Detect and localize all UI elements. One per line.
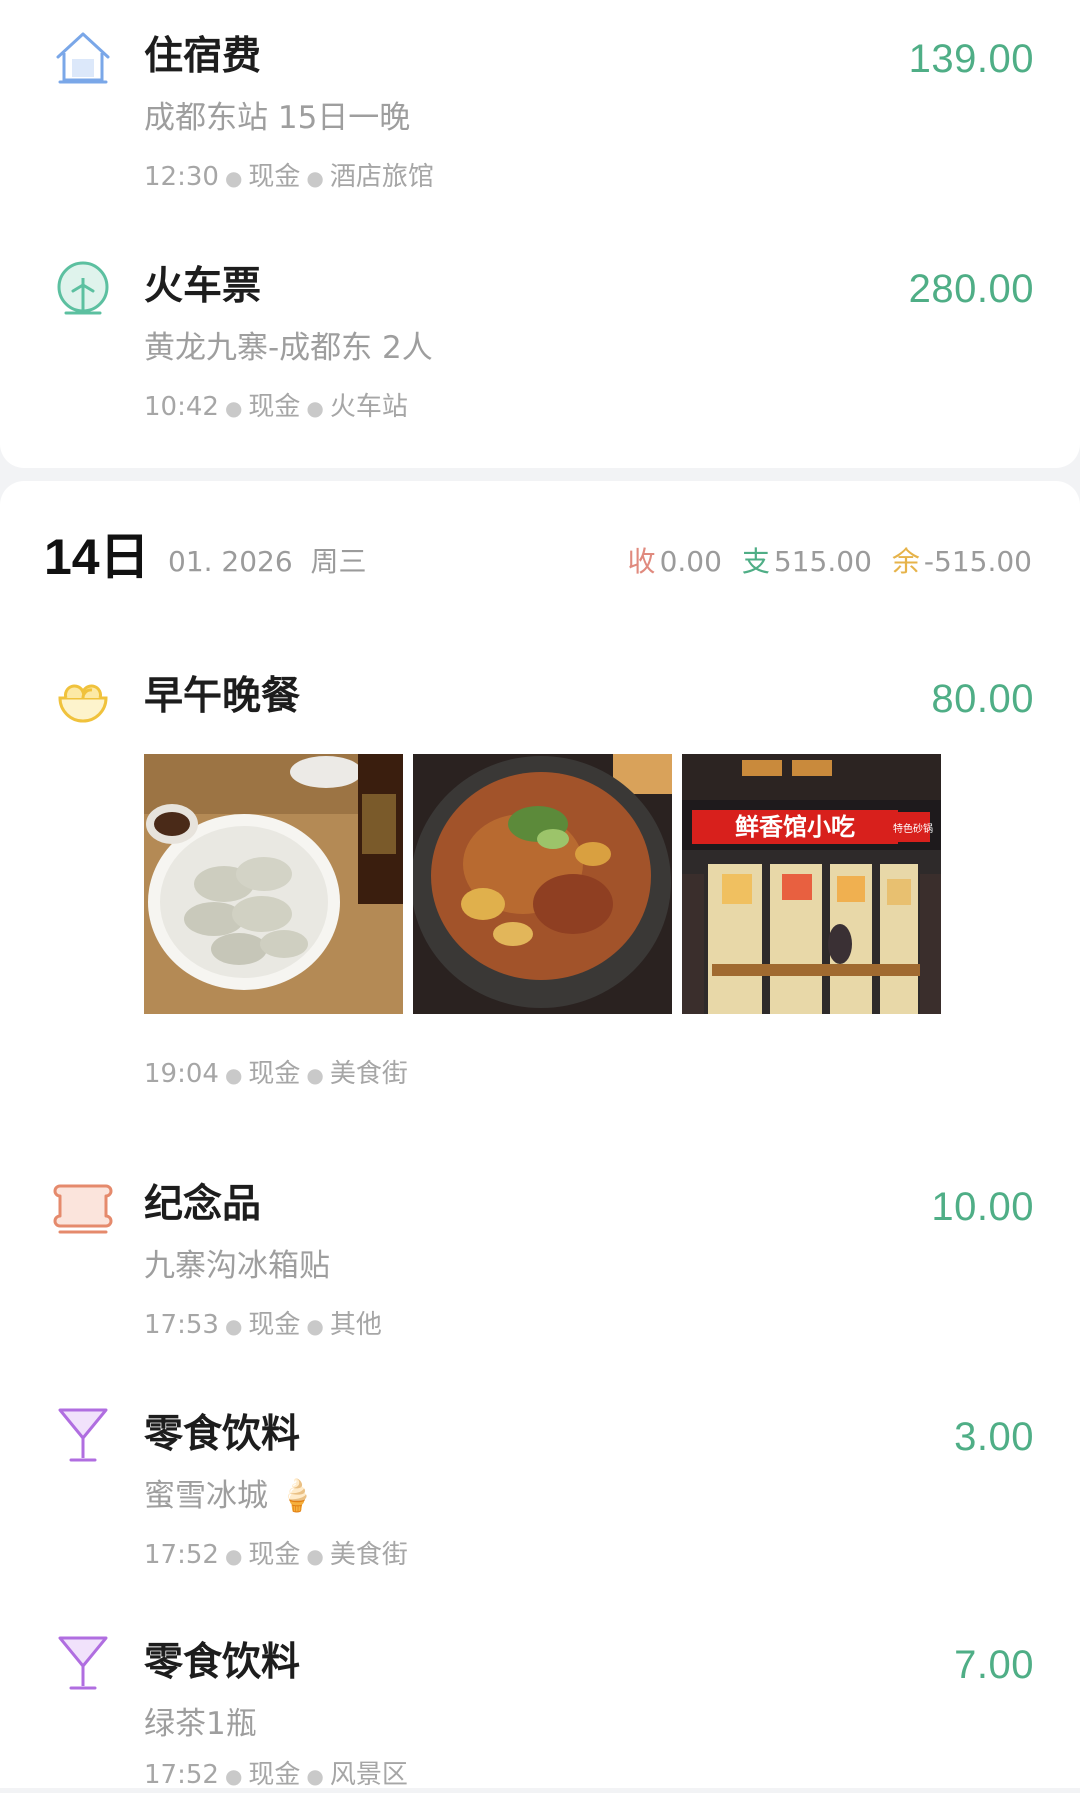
day-weekday: 周三 <box>310 545 367 578</box>
entry-time: 17:53 <box>144 1310 219 1340</box>
entry-amount: 280.00 <box>908 267 1034 311</box>
entry-time: 10:42 <box>144 392 219 422</box>
souvenir-icon <box>52 1176 114 1238</box>
entry-payment: 现金 <box>248 392 301 422</box>
entry-title: 纪念品 <box>144 1182 262 1227</box>
storefront-sign-text: 鲜香馆小吃 <box>735 813 855 841</box>
entry-note: 蜜雪冰城 🍦 <box>144 1478 317 1514</box>
entry-amount: 3.00 <box>954 1415 1034 1459</box>
entry-place: 美食街 <box>329 1059 408 1089</box>
separator-dot: ● <box>306 1764 324 1788</box>
entry-title: 火车票 <box>144 264 262 309</box>
separator-dot: ● <box>306 396 324 420</box>
list-item[interactable]: 住宿费 139.00 成都东站 15日一晚 12:30 ● 现金 ● 酒店旅馆 <box>0 0 1080 230</box>
entry-meta: 19:04 ● 现金 ● 美食街 <box>144 1057 408 1092</box>
entry-note: 黄龙九寨-成都东 2人 <box>144 330 433 366</box>
separator-dot: ● <box>224 1764 243 1788</box>
day-summary: 收 0.00 支 515.00 余 -515.00 <box>628 542 1032 582</box>
entry-place: 其他 <box>329 1310 382 1340</box>
separator-dot: ● <box>224 166 243 190</box>
entry-note: 绿茶1瓶 <box>144 1706 257 1742</box>
list-item[interactable]: 火车票 280.00 黄龙九寨-成都东 2人 10:42 ● 现金 ● 火车站 <box>0 230 1080 460</box>
entry-title: 早午晚餐 <box>144 674 301 719</box>
entry-meta: 10:42 ● 现金 ● 火车站 <box>144 390 408 425</box>
entry-amount: 10.00 <box>931 1185 1034 1229</box>
stew-pot-photo[interactable] <box>413 754 672 1014</box>
entry-title: 住宿费 <box>144 34 262 79</box>
cocktail-glass-icon <box>52 1632 114 1694</box>
day-month-year: 01. 2026 <box>168 545 293 578</box>
separator-dot: ● <box>224 1063 243 1087</box>
storefront-sign-small-text: 特色砂锅 <box>893 822 933 835</box>
entry-title: 零食饮料 <box>144 1412 301 1457</box>
expense-value: 515.00 <box>773 545 872 578</box>
separator-dot: ● <box>306 1544 324 1568</box>
entry-time: 17:52 <box>144 1540 219 1570</box>
day-card-previous: 住宿费 139.00 成都东站 15日一晚 12:30 ● 现金 ● 酒店旅馆 火车票 … <box>0 0 1080 468</box>
entry-payment: 现金 <box>248 1059 301 1089</box>
separator-dot: ● <box>306 1314 324 1338</box>
separator-dot: ● <box>306 166 324 190</box>
train-icon <box>52 258 114 320</box>
entry-note: 成都东站 15日一晚 <box>144 100 411 136</box>
entry-amount: 80.00 <box>931 677 1034 721</box>
expense-label: 支 <box>741 545 770 578</box>
cocktail-glass-icon <box>52 1404 114 1466</box>
entry-payment: 现金 <box>248 1540 301 1570</box>
separator-dot: ● <box>306 1063 324 1087</box>
entry-time: 12:30 <box>144 162 219 192</box>
house-icon <box>52 28 114 90</box>
meal-bowl-icon <box>52 668 114 730</box>
entry-title: 零食饮料 <box>144 1640 301 1685</box>
entry-place: 美食街 <box>329 1540 408 1570</box>
list-item[interactable]: 零食饮料 3.00 蜜雪冰城 🍦 17:52 ● 现金 ● 美食街 <box>0 1380 1080 1610</box>
restaurant-storefront-photo[interactable]: 鲜香馆小吃 特色砂锅 <box>682 754 941 1014</box>
entry-note: 九寨沟冰箱贴 <box>144 1248 330 1284</box>
separator-dot: ● <box>224 396 243 420</box>
entry-meta: 17:53 ● 现金 ● 其他 <box>144 1308 382 1343</box>
entry-place: 酒店旅馆 <box>329 162 434 192</box>
entry-amount: 7.00 <box>954 1643 1034 1687</box>
entry-payment: 现金 <box>248 1760 301 1790</box>
entry-place: 风景区 <box>329 1760 408 1790</box>
entry-amount: 139.00 <box>908 37 1034 81</box>
day-date: 01. 2026 周三 <box>168 542 367 582</box>
balance-value: -515.00 <box>923 545 1032 578</box>
entry-payment: 现金 <box>248 162 301 192</box>
separator-dot: ● <box>224 1544 243 1568</box>
day-header: 14日 01. 2026 周三 收 0.00 支 515.00 余 -515.00 <box>0 520 1080 600</box>
income-value: 0.00 <box>659 545 722 578</box>
entry-time: 17:52 <box>144 1760 219 1790</box>
entry-meta: 17:52 ● 现金 ● 美食街 <box>144 1538 408 1573</box>
entry-place: 火车站 <box>329 392 408 422</box>
entry-time: 19:04 <box>144 1059 219 1089</box>
balance-label: 余 <box>891 545 920 578</box>
entry-meta: 12:30 ● 现金 ● 酒店旅馆 <box>144 160 434 195</box>
list-item[interactable]: 纪念品 10.00 九寨沟冰箱贴 17:53 ● 现金 ● 其他 <box>0 1150 1080 1380</box>
dumplings-photo[interactable] <box>144 754 403 1014</box>
day-number: 14日 <box>44 529 150 585</box>
separator-dot: ● <box>224 1314 243 1338</box>
entry-payment: 现金 <box>248 1310 301 1340</box>
list-item[interactable]: 零食饮料 7.00 绿茶1瓶 17:52 ● 现金 ● 风景区 <box>0 1608 1080 1790</box>
income-label: 收 <box>627 545 656 578</box>
